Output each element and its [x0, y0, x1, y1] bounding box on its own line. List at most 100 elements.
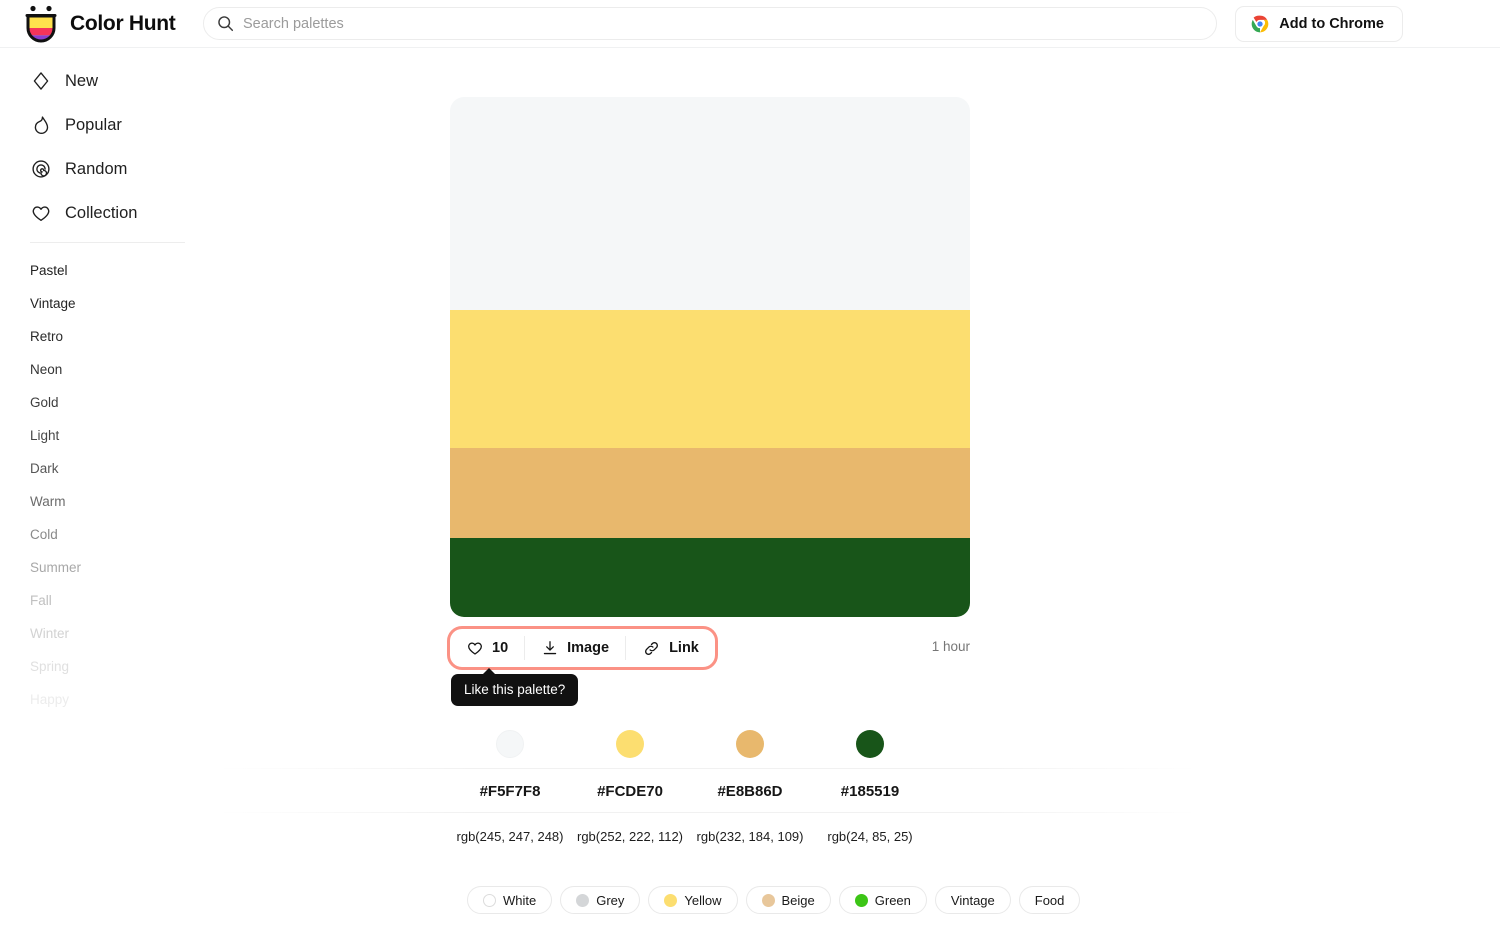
rgb-value-2[interactable]: rgb(252, 222, 112) [570, 829, 690, 844]
tag-label: Summer [30, 560, 82, 575]
tag-label: Vintage [950, 892, 995, 908]
tag-label: Warm [30, 494, 66, 509]
copy-link-label: Link [669, 640, 699, 656]
sidebar-item-new[interactable]: New [30, 66, 215, 96]
hex-code-row: #F5F7F8 #FCDE70 #E8B86D #185519 [450, 778, 930, 804]
palette-stripe-4[interactable] [450, 538, 970, 617]
palette-timestamp: 1 hour [931, 639, 970, 654]
palette-tag-food[interactable]: Food [1018, 886, 1081, 914]
sidebar-tag-dark[interactable]: Dark [30, 461, 215, 481]
palette-color-details: #F5F7F8 #FCDE70 #E8B86D #185519 rgb(245,… [215, 720, 1200, 844]
swatch-dot-3[interactable] [736, 730, 764, 758]
sidebar-item-new-label: New [65, 71, 99, 90]
sidebar-tag-winter[interactable]: Winter [30, 626, 215, 646]
heart-icon [32, 206, 50, 222]
like-tooltip: Like this palette? [451, 668, 579, 706]
sidebar-tag-spring[interactable]: Spring [30, 659, 215, 679]
sidebar-tag-warm[interactable]: Warm [30, 494, 215, 514]
color-hunt-logo-icon [25, 5, 57, 43]
search-bar[interactable] [203, 7, 1217, 40]
rgb-value-4[interactable]: rgb(24, 85, 25) [810, 829, 930, 844]
flame-icon [34, 116, 49, 135]
tooltip-text: Like this palette? [464, 682, 566, 697]
palette-action-group: 10 Image Link [447, 626, 718, 670]
sidebar-tag-pastel[interactable]: Pastel [30, 263, 215, 283]
tag-color-dot [664, 893, 678, 907]
brand-logo-link[interactable]: Color Hunt [22, 4, 176, 44]
hex-code-4[interactable]: #185519 [810, 783, 930, 800]
tag-label: Pastel [30, 263, 68, 278]
tag-color-dot [483, 893, 496, 907]
rgb-value-row: rgb(245, 247, 248) rgb(252, 222, 112) rg… [450, 823, 930, 849]
sidebar-item-collection-label: Collection [65, 203, 138, 222]
sidebar-tag-list: Pastel Vintage Retro Neon Gold Light Dar… [0, 263, 215, 712]
tag-label: Dark [30, 461, 59, 476]
palette-tag-yellow[interactable]: Yellow [648, 886, 738, 914]
palette-card[interactable] [450, 97, 970, 617]
chrome-icon [1251, 15, 1269, 33]
copy-link-button[interactable]: Link [626, 629, 715, 667]
rgb-value-1[interactable]: rgb(245, 247, 248) [450, 829, 570, 844]
sidebar-tag-vintage[interactable]: Vintage [30, 296, 215, 316]
link-icon [645, 641, 659, 655]
tooltip-arrow [482, 668, 496, 675]
hex-code-2[interactable]: #FCDE70 [570, 783, 690, 800]
app-header: Color Hunt Add to Chrome [0, 0, 1500, 48]
download-image-button[interactable]: Image [525, 629, 626, 667]
sidebar-item-popular-label: Popular [65, 115, 122, 134]
search-icon [218, 16, 234, 32]
tag-label: Retro [30, 329, 64, 344]
sidebar-tag-retro[interactable]: Retro [30, 329, 215, 349]
tag-label: Gold [30, 395, 59, 410]
download-image-label: Image [567, 640, 610, 656]
sidebar-tag-fall[interactable]: Fall [30, 593, 215, 613]
tag-label: Fall [30, 593, 52, 608]
brand-name: Color Hunt [70, 12, 176, 35]
sidebar-item-random[interactable]: Random [30, 154, 215, 184]
heart-icon [468, 642, 482, 655]
sidebar-item-collection[interactable]: Collection [30, 198, 215, 228]
sidebar-tag-light[interactable]: Light [30, 428, 215, 448]
sidebar-tag-gold[interactable]: Gold [30, 395, 215, 415]
tag-color-dot [576, 893, 590, 907]
swatch-col [810, 730, 930, 758]
rgb-value-3[interactable]: rgb(232, 184, 109) [690, 829, 810, 844]
palette-tag-row: White Grey Yellow Beige Green Vintage Fo… [467, 886, 1081, 914]
palette-stripe-3[interactable] [450, 448, 970, 538]
tag-label: Green [874, 892, 911, 908]
swatch-col [450, 730, 570, 758]
tag-label: Beige [781, 892, 815, 908]
palette-action-row: 10 Image Link 1 hour [447, 626, 970, 670]
hex-code-3[interactable]: #E8B86D [690, 783, 810, 800]
sidebar-tag-neon[interactable]: Neon [30, 362, 215, 382]
palette-tag-beige[interactable]: Beige [745, 886, 831, 914]
tag-label: Cold [30, 527, 58, 542]
tag-label: Light [30, 428, 60, 443]
hex-code-1[interactable]: #F5F7F8 [450, 783, 570, 800]
swatch-dot-2[interactable] [616, 730, 644, 758]
sidebar-item-random-label: Random [65, 159, 128, 178]
palette-stripe-1[interactable] [450, 97, 970, 310]
palette-tag-vintage[interactable]: Vintage [934, 886, 1011, 914]
sidebar-divider [30, 242, 185, 243]
sidebar-tag-summer[interactable]: Summer [30, 560, 215, 580]
tag-color-dot [854, 893, 868, 907]
swatch-dot-1[interactable] [496, 730, 524, 758]
tag-label: Yellow [684, 892, 722, 908]
swatch-dot-4[interactable] [856, 730, 884, 758]
sidebar-item-popular[interactable]: Popular [30, 110, 215, 140]
tag-color-dot [761, 893, 775, 907]
search-input[interactable] [243, 8, 1216, 39]
add-to-chrome-label: Add to Chrome [1279, 16, 1384, 32]
palette-tag-green[interactable]: Green [838, 886, 927, 914]
swatch-col [570, 730, 690, 758]
sidebar-tag-cold[interactable]: Cold [30, 527, 215, 547]
sidebar-tag-happy[interactable]: Happy [30, 692, 215, 712]
spiral-icon [32, 160, 50, 178]
like-button[interactable]: 10 [450, 629, 525, 667]
palette-tag-grey[interactable]: Grey [560, 886, 641, 914]
add-to-chrome-button[interactable]: Add to Chrome [1235, 6, 1403, 42]
palette-stripe-2[interactable] [450, 310, 970, 448]
tag-label: White [503, 892, 537, 908]
palette-tag-white[interactable]: White [467, 886, 553, 914]
